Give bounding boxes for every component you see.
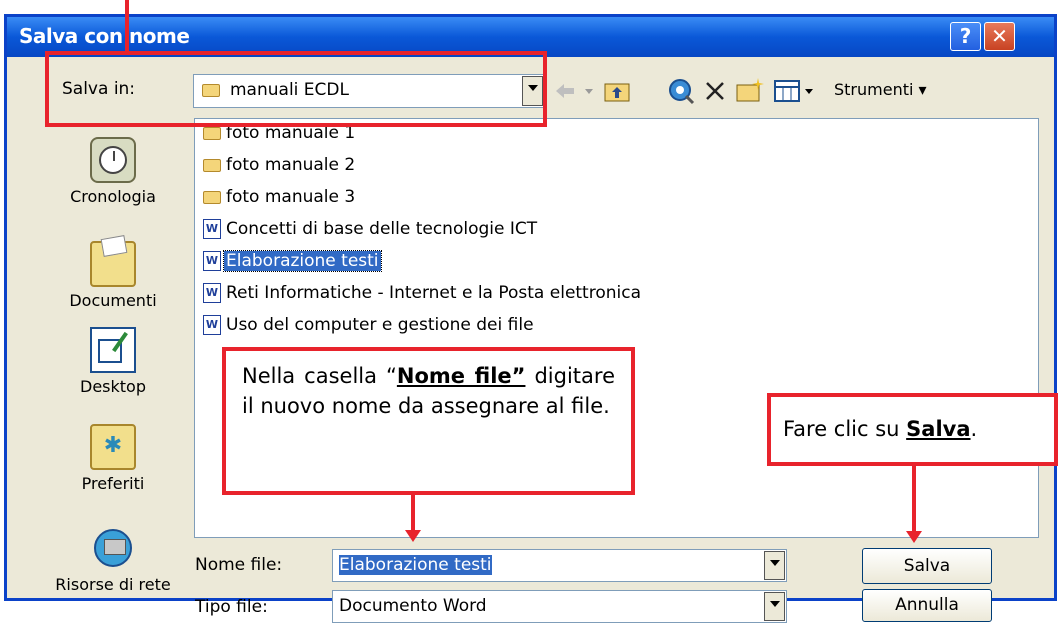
- file-name: Uso del computer e gestione dei file: [226, 315, 534, 335]
- up-folder-icon: [604, 83, 630, 102]
- annotation-arrowhead: [906, 531, 922, 543]
- new-folder-button[interactable]: [735, 76, 765, 104]
- places-label: Desktop: [80, 377, 146, 396]
- callout-text: .: [970, 417, 978, 441]
- places-item-risorse-di-rete[interactable]: Risorse di rete: [38, 525, 188, 594]
- search-web-icon: [669, 79, 695, 105]
- cancel-button[interactable]: Annulla: [862, 589, 992, 622]
- annotation-arrow-line: [912, 465, 916, 532]
- save-in-highlight: [45, 51, 547, 127]
- desktop-icon: [90, 327, 136, 373]
- favorites-icon: ✱: [90, 424, 136, 470]
- filetype-label: Tipo file:: [195, 597, 268, 617]
- filename-input[interactable]: Elaborazione testi: [332, 549, 787, 582]
- save-button[interactable]: Salva: [862, 548, 992, 584]
- delete-icon: [706, 82, 724, 100]
- places-label: Preferiti: [81, 474, 145, 493]
- callout-bold-text: Nome file”: [396, 364, 526, 388]
- chevron-down-icon[interactable]: [764, 551, 785, 580]
- filetype-select[interactable]: Documento Word: [332, 590, 787, 623]
- views-icon: [774, 80, 813, 102]
- filename-callout: Nella casella “Nome file” digitare il nu…: [222, 347, 635, 495]
- folder-icon: [203, 158, 221, 172]
- file-name: foto manuale 2: [226, 155, 356, 175]
- places-item-cronologia[interactable]: Cronologia: [38, 137, 188, 206]
- search-web-button[interactable]: [667, 77, 695, 105]
- places-label: Cronologia: [70, 187, 156, 206]
- filename-label: Nome file:: [195, 555, 283, 575]
- callout-bold-text: Salva: [906, 417, 971, 441]
- up-folder-button[interactable]: [602, 78, 632, 104]
- places-label: Risorse di rete: [55, 575, 171, 594]
- file-name: Reti Informatiche - Internet e la Posta …: [226, 283, 642, 303]
- help-button[interactable]: ?: [950, 22, 981, 51]
- delete-button[interactable]: [703, 79, 727, 103]
- list-item[interactable]: W Concetti di base delle tecnologie ICT: [203, 219, 539, 243]
- list-item[interactable]: W Reti Informatiche - Internet e la Posta…: [203, 283, 643, 307]
- places-bar: Cronologia Documenti Desktop ✱ Preferiti…: [38, 129, 188, 599]
- save-callout: Fare clic su Salva.: [767, 393, 1058, 466]
- filetype-value: Documento Word: [339, 596, 487, 616]
- folder-icon: [203, 190, 221, 204]
- back-button[interactable]: [552, 79, 582, 103]
- annotation-line: [125, 0, 129, 53]
- list-item[interactable]: foto manuale 3: [203, 187, 357, 211]
- file-name: Concetti di base delle tecnologie ICT: [226, 219, 538, 239]
- network-places-icon: [90, 525, 136, 571]
- dialog-title: Salva con nome: [19, 24, 190, 48]
- word-document-icon: W: [203, 251, 221, 271]
- file-name: Elaborazione testi: [223, 250, 382, 272]
- file-name: foto manuale 3: [226, 187, 356, 207]
- list-item-selected[interactable]: W Elaborazione testi: [203, 250, 382, 275]
- tools-menu[interactable]: Strumenti ▾: [834, 80, 927, 99]
- list-item[interactable]: W Uso del computer e gestione dei file: [203, 315, 536, 339]
- annotation-arrow-line: [411, 494, 415, 531]
- word-document-icon: W: [203, 219, 221, 239]
- views-button[interactable]: [773, 77, 815, 105]
- word-document-icon: W: [203, 283, 221, 303]
- places-item-documenti[interactable]: Documenti: [38, 235, 188, 310]
- list-item[interactable]: foto manuale 2: [203, 155, 357, 179]
- callout-text: Fare clic su: [783, 417, 907, 441]
- back-arrow-icon: [556, 84, 574, 98]
- small-chevron-down-icon: [585, 89, 593, 94]
- places-item-desktop[interactable]: Desktop: [38, 327, 188, 396]
- callout-text: Nella casella “: [242, 364, 397, 388]
- my-documents-icon: [90, 235, 136, 287]
- word-document-icon: W: [203, 315, 221, 335]
- close-button[interactable]: ✕: [984, 22, 1015, 51]
- history-icon: [90, 137, 136, 183]
- new-folder-icon: [736, 78, 764, 102]
- folder-icon: [203, 126, 221, 140]
- back-dropdown[interactable]: [583, 79, 595, 103]
- places-item-preferiti[interactable]: ✱ Preferiti: [38, 424, 188, 493]
- places-label: Documenti: [69, 291, 157, 310]
- chevron-down-icon[interactable]: [764, 592, 785, 621]
- filename-value: Elaborazione testi: [339, 555, 492, 575]
- annotation-arrowhead: [405, 530, 421, 542]
